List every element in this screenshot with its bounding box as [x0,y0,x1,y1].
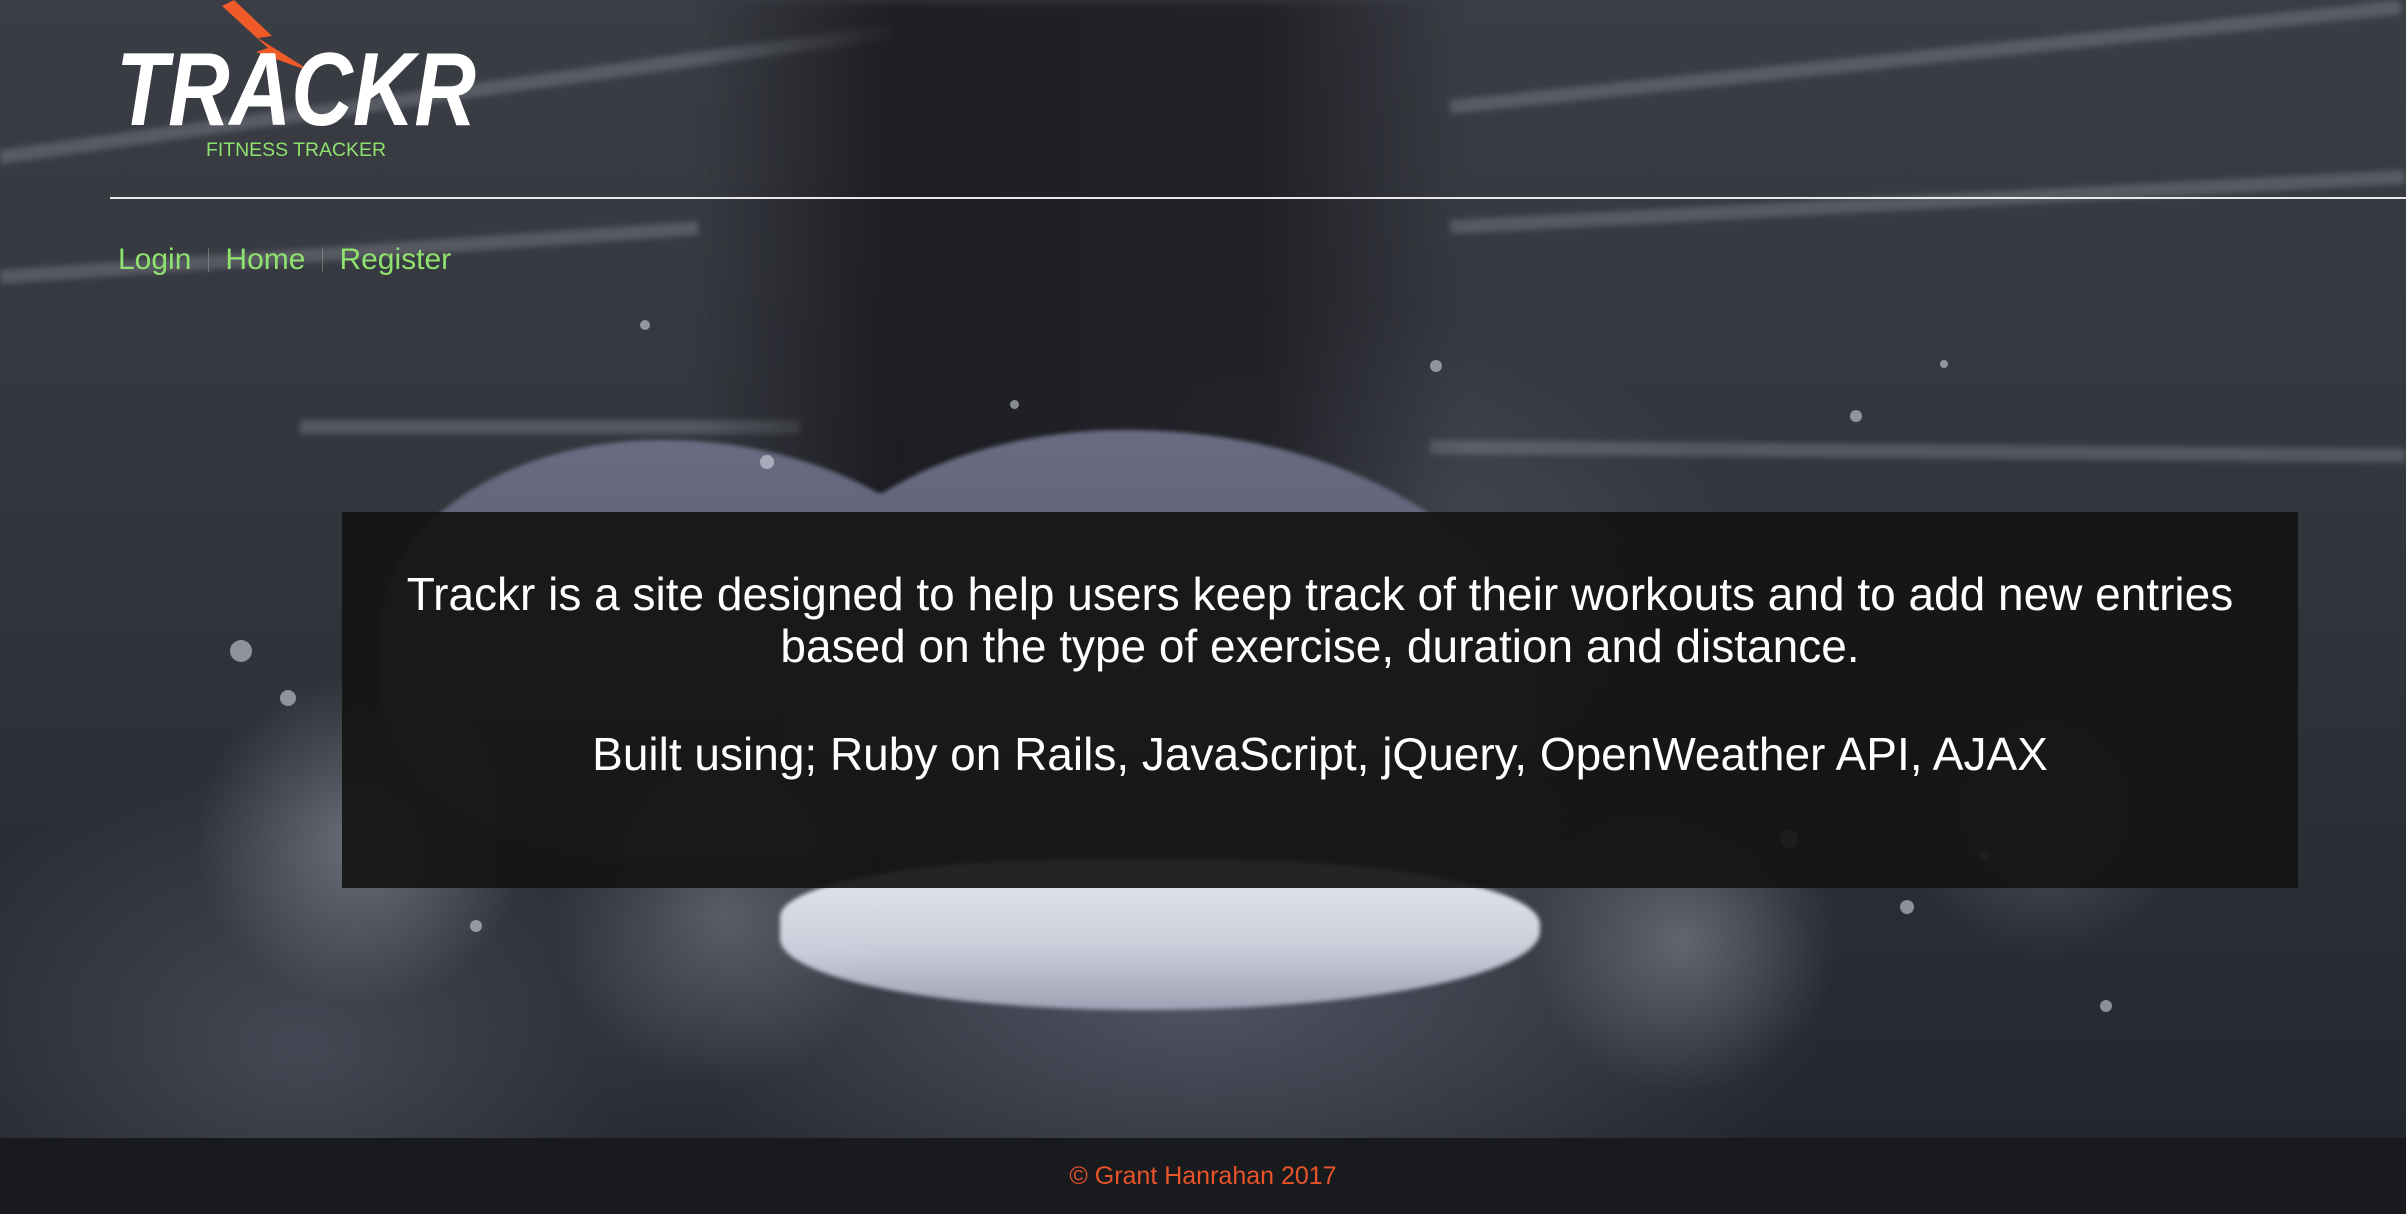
nav-home-link[interactable]: Home [225,243,305,277]
nav-register-link[interactable]: Register [339,243,451,277]
header-divider [110,197,2406,199]
footer: © Grant Hanrahan 2017 [0,1138,2406,1214]
nav-login-link[interactable]: Login [118,243,191,277]
logo-tagline: FITNESS TRACKER [206,140,386,161]
logo-graphic: TRACKR FITNESS TRACKER [116,0,476,161]
copyright-text: © Grant Hanrahan 2017 [1069,1161,1337,1190]
trackr-logo[interactable]: TRACKR FITNESS TRACKER [116,0,496,165]
about-panel: Trackr is a site designed to help users … [342,512,2298,888]
nav-separator [208,248,210,272]
nav-separator [322,248,324,272]
about-description: Trackr is a site designed to help users … [406,568,2234,672]
logo-wordmark: TRACKR [116,32,476,148]
main-nav: Login Home Register [118,238,451,282]
built-with-text: Built using; Ruby on Rails, JavaScript, … [592,728,2048,780]
